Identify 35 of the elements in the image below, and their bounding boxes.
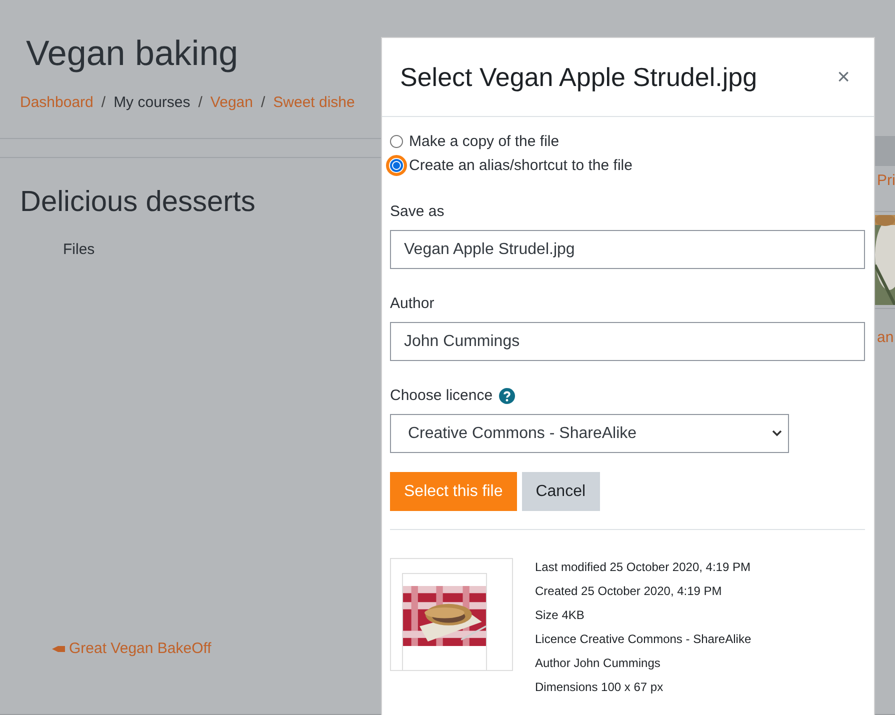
- breadcrumb-separator: /: [101, 94, 106, 111]
- input-field[interactable]: Vegan Apple Strudel.jpg: [390, 230, 865, 269]
- chevron-down-icon: [772, 430, 782, 437]
- breadcrumb-link[interactable]: Sweet dishe: [273, 94, 355, 111]
- licence-dropdown[interactable]: Creative Commons - ShareAlike: [390, 414, 789, 453]
- file-detail: Author John Cummings: [535, 656, 662, 672]
- field-label: Save as: [390, 203, 446, 220]
- field-label: Author: [390, 295, 436, 312]
- breadcrumb-item: My courses: [114, 94, 190, 111]
- radio-button[interactable]: [390, 134, 403, 148]
- arrow-icon: [52, 644, 65, 652]
- close-button[interactable]: ×: [831, 64, 856, 90]
- previous-activity-link[interactable]: Great Vegan BakeOff: [52, 640, 212, 657]
- field-label: Choose licence: [390, 387, 493, 404]
- breadcrumb-link[interactable]: Vegan: [210, 94, 253, 111]
- file-detail: Licence Creative Commons - ShareAlike: [535, 632, 752, 648]
- select-file-button[interactable]: Select this file: [390, 472, 517, 511]
- files-label: Files: [63, 241, 95, 258]
- dialog-title: Select Vegan Apple Strudel.jpg: [400, 62, 758, 92]
- file-detail: Size 4KB: [535, 608, 586, 624]
- breadcrumb-separator: /: [260, 94, 266, 111]
- cancel-button[interactable]: Cancel: [522, 472, 600, 511]
- radio-label: Create an alias/shortcut to the file: [409, 156, 632, 174]
- input-field[interactable]: John Cummings: [390, 322, 865, 361]
- page-title: Vegan baking: [26, 34, 238, 74]
- breadcrumb-separator: /: [198, 94, 202, 111]
- breadcrumb-link[interactable]: Dashboard: [20, 94, 94, 111]
- file-detail: Created 25 October 2020, 4:19 PM: [535, 584, 723, 600]
- section-title: Delicious desserts: [20, 186, 256, 219]
- radio-label: Make a copy of the file: [409, 132, 560, 150]
- file-detail: Dimensions 100 x 67 px: [535, 680, 664, 696]
- file-detail: Last modified 25 October 2020, 4:19 PM: [535, 560, 752, 576]
- link[interactable]: an: [875, 329, 894, 346]
- help-icon[interactable]: [498, 388, 515, 404]
- link[interactable]: Pri: [875, 172, 895, 189]
